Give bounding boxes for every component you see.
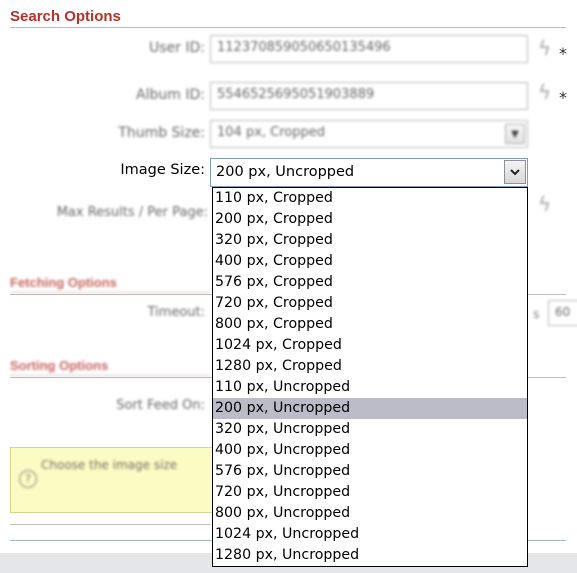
- image-size-label: Image Size:: [120, 162, 205, 178]
- dropdown-option[interactable]: 320 px, Cropped: [213, 230, 527, 251]
- lightning-icon[interactable]: ϟ: [538, 36, 551, 60]
- hint-box: ? Choose the image size: [10, 447, 214, 513]
- hint-text: Choose the image size: [41, 458, 178, 472]
- dropdown-option[interactable]: 400 px, Uncropped: [213, 440, 527, 461]
- lightning-icon[interactable]: ϟ: [538, 80, 551, 104]
- user-id-label: User ID:: [149, 40, 205, 56]
- dropdown-option[interactable]: 576 px, Cropped: [213, 272, 527, 293]
- sort-feed-label: Sort Feed On:: [116, 398, 205, 413]
- dropdown-option[interactable]: 110 px, Uncropped: [213, 377, 527, 398]
- dropdown-option[interactable]: 200 px, Cropped: [213, 209, 527, 230]
- dropdown-option[interactable]: 576 px, Uncropped: [213, 461, 527, 482]
- dropdown-option-selected[interactable]: 200 px, Uncropped: [213, 398, 527, 419]
- image-size-select[interactable]: 200 px, Uncropped: [210, 158, 528, 187]
- required-marker: *: [559, 88, 567, 107]
- dropdown-option[interactable]: 320 px, Uncropped: [213, 419, 527, 440]
- dropdown-option[interactable]: 1280 px, Uncropped: [213, 545, 527, 566]
- album-id-input[interactable]: 5546525695051903889: [210, 82, 528, 110]
- dropdown-option[interactable]: 1280 px, Cropped: [213, 356, 527, 377]
- lightning-icon[interactable]: ϟ: [538, 192, 551, 216]
- user-id-input[interactable]: 112370859050650135496: [210, 35, 528, 63]
- dropdown-option[interactable]: 720 px, Uncropped: [213, 482, 527, 503]
- chevron-down-icon[interactable]: ▼: [505, 124, 525, 144]
- timeout-input[interactable]: 60: [548, 300, 577, 326]
- dropdown-option[interactable]: 720 px, Cropped: [213, 293, 527, 314]
- section-title-search: Search Options: [10, 8, 566, 28]
- dropdown-option[interactable]: 800 px, Uncropped: [213, 503, 527, 524]
- timeout-unit: s: [533, 307, 540, 321]
- dropdown-option[interactable]: 800 px, Cropped: [213, 314, 527, 335]
- footer-divider: [10, 524, 210, 525]
- chevron-down-icon[interactable]: [504, 160, 526, 184]
- dropdown-option[interactable]: 1024 px, Uncropped: [213, 524, 527, 545]
- thumb-size-select[interactable]: 104 px, Cropped: [210, 120, 528, 148]
- thumb-size-label: Thumb Size:: [118, 125, 205, 141]
- required-marker: *: [559, 44, 567, 63]
- help-icon: ?: [19, 470, 37, 488]
- album-id-label: Album ID:: [136, 87, 205, 103]
- timeout-label: Timeout:: [147, 305, 205, 320]
- image-size-dropdown-list[interactable]: 110 px, Cropped 200 px, Cropped 320 px, …: [212, 187, 528, 567]
- dropdown-option[interactable]: 400 px, Cropped: [213, 251, 527, 272]
- dropdown-option[interactable]: 1024 px, Cropped: [213, 335, 527, 356]
- dropdown-option[interactable]: 110 px, Cropped: [213, 188, 527, 209]
- max-results-label: Max Results / Per Page:: [56, 205, 208, 220]
- section-title-fetching: Fetching Options: [10, 275, 210, 293]
- section-title-sorting: Sorting Options: [10, 358, 210, 376]
